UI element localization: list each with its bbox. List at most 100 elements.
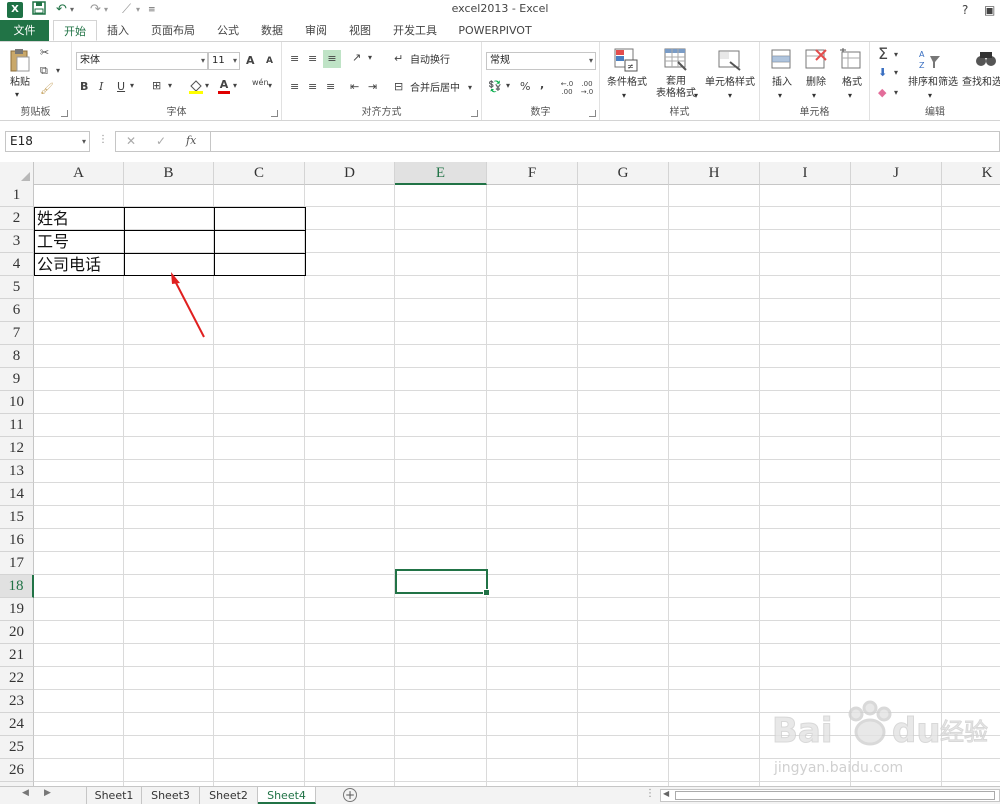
confirm-icon[interactable]: ✓ [156, 134, 166, 148]
tab-review[interactable]: 审阅 [298, 20, 334, 41]
row-header-16[interactable]: 16 [0, 529, 34, 552]
insert-cells-dropdown-icon[interactable]: ▾ [778, 89, 782, 103]
format-as-table-dropdown-icon[interactable]: ▾ [694, 89, 698, 103]
sort-filter-button[interactable]: 排序和筛选 [908, 76, 958, 90]
row-header-8[interactable]: 8 [0, 345, 34, 368]
underline-dropdown-icon[interactable]: ▾ [130, 81, 134, 90]
conditional-formatting-dropdown-icon[interactable]: ▾ [622, 89, 626, 103]
font-color-dropdown-icon[interactable]: ▾ [233, 81, 237, 90]
merge-center-button[interactable]: 合并后居中 [410, 82, 460, 96]
align-middle-icon[interactable]: ≡ [308, 52, 317, 65]
tab-data[interactable]: 数据 [254, 20, 290, 41]
sheet-tab-sheet3[interactable]: Sheet3 [142, 787, 200, 804]
font-size-select[interactable]: 11 ▾ [208, 52, 240, 70]
row-header-13[interactable]: 13 [0, 460, 34, 483]
column-header-k[interactable]: K [942, 162, 1000, 185]
row-header-1[interactable]: 1 [0, 184, 34, 207]
select-all-button[interactable] [0, 162, 34, 185]
font-color-button[interactable]: A [218, 78, 230, 94]
row-header-19[interactable]: 19 [0, 598, 34, 621]
insert-cells-icon[interactable] [770, 48, 794, 72]
format-as-table-icon[interactable] [664, 48, 688, 72]
tab-formulas[interactable]: 公式 [210, 20, 246, 41]
border-dropdown-icon[interactable]: ▾ [168, 81, 172, 90]
fill-color-dropdown-icon[interactable]: ▾ [205, 81, 209, 90]
row-header-7[interactable]: 7 [0, 322, 34, 345]
cut-icon[interactable]: ✂ [40, 46, 49, 59]
row-header-22[interactable]: 22 [0, 667, 34, 690]
sort-filter-dropdown-icon[interactable]: ▾ [928, 89, 932, 103]
conditional-formatting-button[interactable]: 条件格式 [602, 76, 652, 90]
number-format-select[interactable]: 常规 ▾ [486, 52, 596, 70]
align-bottom-icon[interactable]: ≡ [323, 50, 341, 68]
bold-button[interactable]: B [80, 80, 88, 93]
increase-decimal-button[interactable]: ←.0 .00 [558, 80, 576, 96]
phonetic-dropdown-icon[interactable]: ▾ [268, 81, 272, 90]
grow-font-button[interactable]: A [246, 54, 255, 67]
format-cells-dropdown-icon[interactable]: ▾ [848, 89, 852, 103]
format-painter-icon[interactable]: 🖌 [40, 82, 54, 95]
row-header-24[interactable]: 24 [0, 713, 34, 736]
tab-page-layout[interactable]: 页面布局 [144, 20, 202, 41]
next-sheet-icon[interactable]: ▶ [44, 788, 51, 798]
row-header-3[interactable]: 3 [0, 230, 34, 253]
delete-cells-button[interactable]: 删除 [800, 76, 832, 90]
percent-button[interactable]: % [520, 80, 530, 93]
decrease-decimal-button[interactable]: .00 →.0 [578, 80, 596, 96]
row-header-20[interactable]: 20 [0, 621, 34, 644]
cell-a2[interactable]: 姓名 [34, 207, 69, 230]
row-header-14[interactable]: 14 [0, 483, 34, 506]
help-button[interactable]: ? [962, 1, 968, 19]
column-header-a[interactable]: A [34, 162, 124, 185]
cell-styles-dropdown-icon[interactable]: ▾ [728, 89, 732, 103]
new-sheet-icon[interactable]: + [343, 788, 357, 802]
column-header-h[interactable]: H [669, 162, 760, 185]
tab-split-grip-icon[interactable]: ⋮ [645, 788, 655, 799]
tab-powerpivot[interactable]: POWERPIVOT [455, 20, 535, 41]
formula-input[interactable] [210, 131, 1000, 152]
row-header-6[interactable]: 6 [0, 299, 34, 322]
delete-cells-icon[interactable] [804, 48, 828, 72]
column-header-b[interactable]: B [124, 162, 214, 185]
currency-dropdown-icon[interactable]: ▾ [506, 81, 510, 90]
clipboard-launcher-icon[interactable] [61, 110, 68, 117]
paste-icon[interactable] [8, 48, 32, 72]
sheet-tab-sheet1[interactable]: Sheet1 [86, 787, 142, 804]
column-header-f[interactable]: F [487, 162, 578, 185]
column-header-e[interactable]: E [395, 162, 487, 185]
row-header-26[interactable]: 26 [0, 759, 34, 782]
tab-file[interactable]: 文件 [0, 20, 49, 41]
align-right-icon[interactable]: ≡ [326, 80, 335, 93]
tab-developer[interactable]: 开发工具 [386, 20, 444, 41]
horizontal-scrollbar[interactable]: ◀ [660, 789, 1000, 802]
row-header-15[interactable]: 15 [0, 506, 34, 529]
column-header-j[interactable]: J [851, 162, 942, 185]
cell-a3[interactable]: 工号 [34, 230, 69, 253]
row-header-10[interactable]: 10 [0, 391, 34, 414]
shrink-font-button[interactable]: A [266, 56, 273, 66]
copy-icon[interactable]: ⧉ [40, 64, 48, 78]
align-left-icon[interactable]: ≡ [290, 80, 299, 93]
fill-icon[interactable]: ⬇ [878, 66, 887, 79]
comma-button[interactable]: , [540, 78, 544, 91]
underline-button[interactable]: U [117, 80, 125, 93]
format-cells-button[interactable]: 格式 [836, 76, 868, 90]
currency-icon[interactable]: 💱 [488, 80, 502, 93]
delete-cells-dropdown-icon[interactable]: ▾ [812, 89, 816, 103]
number-launcher-icon[interactable] [589, 110, 596, 117]
paste-dropdown-icon[interactable]: ▾ [15, 88, 19, 102]
active-cell-e18[interactable] [395, 569, 490, 596]
row-header-23[interactable]: 23 [0, 690, 34, 713]
autosum-dropdown-icon[interactable]: ▾ [894, 50, 898, 59]
conditional-formatting-icon[interactable]: ≠ [614, 48, 638, 72]
font-name-select[interactable]: 宋体 ▾ [76, 52, 208, 70]
merge-center-icon[interactable]: ⊟ [394, 80, 403, 93]
name-box[interactable]: E18 ▾ [5, 131, 90, 152]
align-top-icon[interactable]: ≡ [290, 52, 299, 65]
scroll-left-icon[interactable]: ◀ [663, 789, 669, 798]
formula-bar-grip-icon[interactable]: ⋮ [98, 134, 108, 145]
tab-view[interactable]: 视图 [342, 20, 378, 41]
sort-filter-icon[interactable]: AZ [918, 48, 942, 72]
row-header-12[interactable]: 12 [0, 437, 34, 460]
row-header-11[interactable]: 11 [0, 414, 34, 437]
